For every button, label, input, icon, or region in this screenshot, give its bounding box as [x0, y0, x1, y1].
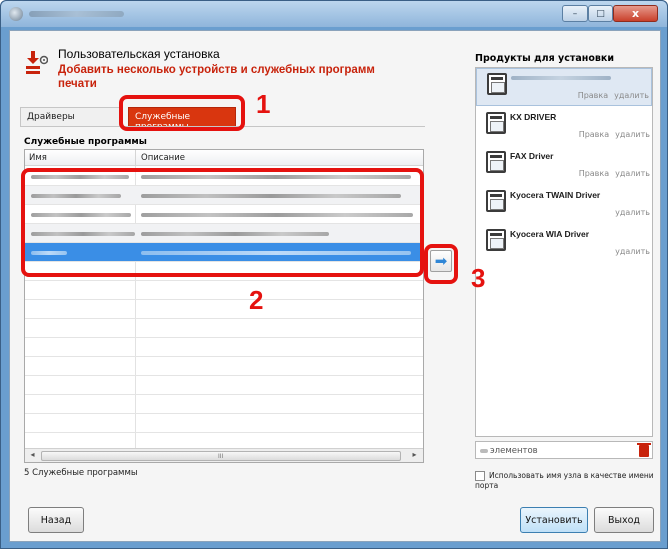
column-separator: [135, 150, 136, 166]
back-button[interactable]: Назад: [28, 507, 84, 533]
trash-icon[interactable]: [637, 443, 651, 457]
title-bar: – □ x: [1, 1, 667, 27]
products-count-bar: элементов: [475, 441, 653, 459]
list-item-empty: [25, 300, 423, 319]
page-subtitle: Добавить несколько устройств и служебных…: [58, 64, 375, 90]
product-item[interactable]: Kyocera WIA Driver удалить: [476, 225, 652, 263]
product-name: FAX Driver: [510, 151, 554, 161]
app-icon: [9, 7, 23, 21]
use-hostname-option[interactable]: Использовать имя узла в качестве имени п…: [475, 471, 660, 490]
scroll-thumb[interactable]: III: [41, 451, 401, 461]
product-actions: Правка удалить: [572, 91, 649, 100]
product-actions: удалить: [609, 208, 650, 217]
use-hostname-label: Использовать имя узла в качестве имени п…: [475, 471, 654, 490]
product-actions: удалить: [609, 247, 650, 256]
page-title: Пользовательская установка: [58, 47, 220, 61]
install-download-icon: [26, 51, 48, 74]
annotation-box-arrow: [424, 244, 458, 284]
column-header-name[interactable]: Имя: [29, 153, 47, 163]
annotation-box-tab: [119, 95, 245, 131]
product-name: KX DRIVER: [510, 112, 557, 122]
utilities-count: 5 Служебные программы: [24, 468, 138, 478]
use-hostname-checkbox[interactable]: [475, 471, 485, 481]
driver-window-icon: [486, 190, 506, 212]
maximize-button[interactable]: □: [588, 5, 613, 22]
product-item[interactable]: KX DRIVER Правка удалить: [476, 108, 652, 146]
products-panel-title: Продукты для установки: [475, 53, 614, 64]
product-item[interactable]: Правка удалить: [476, 68, 652, 106]
list-item-empty: [25, 281, 423, 300]
column-header-description[interactable]: Описание: [141, 153, 185, 163]
printer-icon: [487, 73, 507, 95]
driver-window-icon: [486, 151, 506, 173]
product-actions: Правка удалить: [573, 130, 650, 139]
list-header: Имя Описание: [25, 150, 423, 166]
remove-link[interactable]: удалить: [614, 91, 649, 100]
remove-link[interactable]: удалить: [615, 130, 650, 139]
scroll-grip-icon: III: [218, 453, 224, 460]
product-name: Kyocera WIA Driver: [510, 229, 590, 239]
edit-link[interactable]: Правка: [578, 91, 608, 100]
close-window-button[interactable]: x: [613, 5, 658, 22]
horizontal-scrollbar[interactable]: ◂ III ▸: [25, 448, 423, 462]
products-count-label: элементов: [490, 446, 538, 456]
annotation-number-2: 2: [249, 285, 264, 315]
remove-link[interactable]: удалить: [615, 208, 650, 217]
install-button[interactable]: Установить: [520, 507, 588, 533]
remove-link[interactable]: удалить: [615, 169, 650, 178]
product-actions: Правка удалить: [573, 169, 650, 178]
product-item[interactable]: Kyocera TWAIN Driver удалить: [476, 186, 652, 224]
edit-link[interactable]: Правка: [579, 169, 609, 178]
product-name: Kyocera TWAIN Driver: [510, 190, 601, 200]
count-number-redacted: [480, 449, 488, 453]
product-name-redacted: [511, 76, 611, 80]
scroll-right-icon[interactable]: ▸: [408, 450, 421, 462]
minimize-button[interactable]: –: [562, 5, 588, 22]
list-item-empty: [25, 357, 423, 376]
list-item-empty: [25, 395, 423, 414]
scroll-left-icon[interactable]: ◂: [26, 450, 39, 462]
tab-drivers[interactable]: Драйверы: [20, 107, 120, 127]
list-item-empty: [25, 319, 423, 338]
product-item[interactable]: FAX Driver Правка удалить: [476, 147, 652, 185]
section-title: Служебные программы: [24, 137, 147, 147]
annotation-number-3: 3: [471, 263, 486, 293]
list-item-empty: [25, 414, 423, 433]
annotation-number-1: 1: [256, 89, 271, 119]
installer-window: – □ x Пользовательская установка Добавит…: [0, 0, 668, 549]
list-item-empty: [25, 338, 423, 357]
window-title-redacted: [29, 11, 124, 17]
driver-window-icon: [486, 112, 506, 134]
dialog-body: Пользовательская установка Добавить неск…: [9, 30, 661, 542]
remove-link[interactable]: удалить: [615, 247, 650, 256]
products-list[interactable]: Правка удалить KX DRIVER Правка удалить FA…: [475, 67, 653, 437]
driver-window-icon: [486, 229, 506, 251]
exit-button[interactable]: Выход: [594, 507, 654, 533]
list-item-empty: [25, 376, 423, 395]
edit-link[interactable]: Правка: [579, 130, 609, 139]
annotation-box-list: [21, 168, 424, 277]
